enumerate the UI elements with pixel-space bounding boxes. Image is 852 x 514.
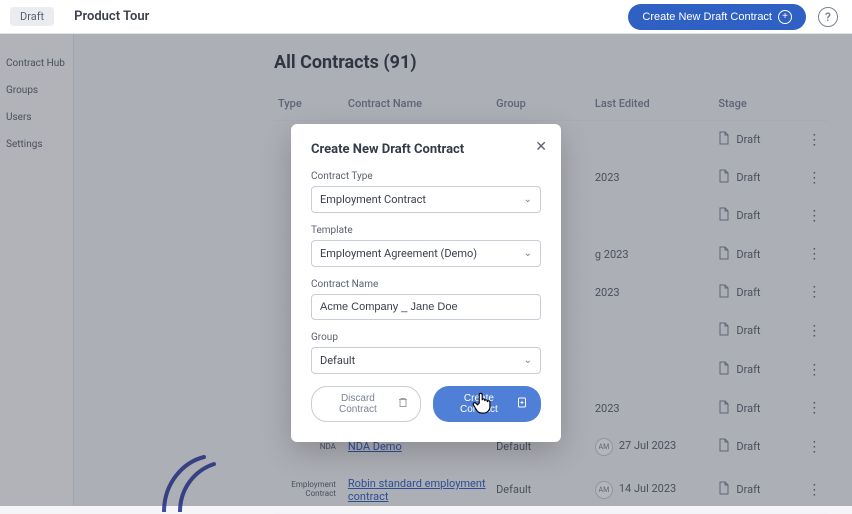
chevron-down-icon: ⌄ [524, 248, 532, 259]
topbar: Draft Product Tour Create New Draft Cont… [0, 0, 852, 34]
document-plus-icon [517, 397, 527, 411]
group-label: Group [311, 332, 541, 343]
plus-circle-icon: + [778, 10, 792, 24]
group-select[interactable]: Default ⌄ [311, 347, 541, 374]
chevron-down-icon: ⌄ [524, 355, 532, 366]
template-value: Employment Agreement (Demo) [320, 247, 477, 260]
contract-type-select[interactable]: Employment Contract ⌄ [311, 186, 541, 213]
template-label: Template [311, 225, 541, 236]
discard-label: Discard Contract [324, 393, 392, 415]
draft-badge: Draft [10, 7, 54, 26]
contract-type-label: Contract Type [311, 171, 541, 182]
contract-name-input[interactable] [311, 294, 541, 320]
close-icon: ✕ [535, 138, 547, 154]
group-value: Default [320, 354, 355, 367]
modal-title: Create New Draft Contract [311, 142, 541, 157]
create-contract-button[interactable]: Create Contract [433, 386, 541, 422]
create-new-draft-contract-button[interactable]: Create New Draft Contract + [628, 4, 806, 30]
template-select[interactable]: Employment Agreement (Demo) ⌄ [311, 240, 541, 267]
create-contract-modal: Create New Draft Contract ✕ Contract Typ… [291, 124, 561, 442]
contract-type-value: Employment Contract [320, 193, 426, 206]
modal-actions: Discard Contract Create Contract [311, 386, 541, 422]
create-label: Create Contract [447, 393, 511, 415]
modal-close-button[interactable]: ✕ [535, 138, 547, 155]
contract-name-label: Contract Name [311, 279, 541, 290]
topbar-left: Draft Product Tour [0, 7, 149, 26]
discard-contract-button[interactable]: Discard Contract [311, 386, 421, 422]
topbar-right: Create New Draft Contract + ? [628, 4, 838, 30]
chevron-down-icon: ⌄ [524, 194, 532, 205]
help-icon[interactable]: ? [818, 7, 838, 27]
create-button-label: Create New Draft Contract [642, 11, 772, 23]
trash-icon [398, 397, 408, 411]
product-tour-label: Product Tour [74, 9, 149, 24]
modal-overlay[interactable]: Create New Draft Contract ✕ Contract Typ… [0, 34, 852, 506]
